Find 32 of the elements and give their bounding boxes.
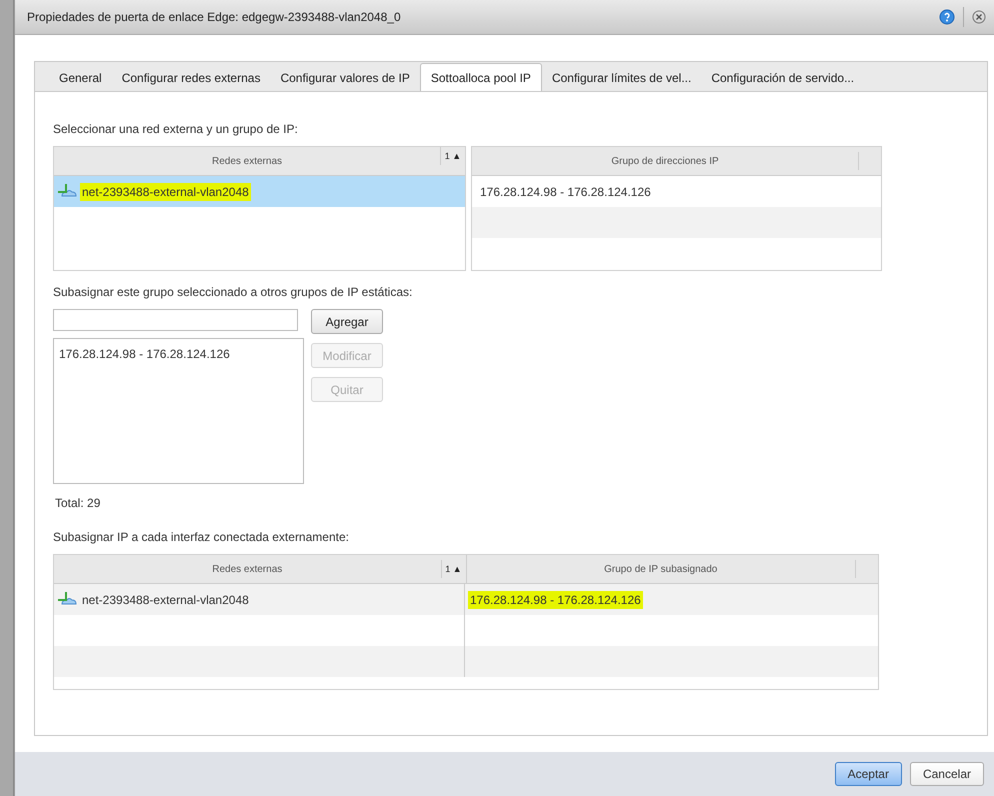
- tab[interactable]: Sottoalloca pool IP: [420, 63, 542, 92]
- table-row[interactable]: net-2393488-external-vlan2048: [54, 176, 465, 207]
- tab[interactable]: Configurar redes externas: [112, 65, 270, 91]
- table-cell-text: 176.28.124.98 - 176.28.124.126: [479, 184, 652, 200]
- section-label: Seleccionar una red externa y un grupo de IP:: [53, 122, 299, 136]
- network-icon: [58, 592, 78, 608]
- column-header[interactable]: Redes externas: [54, 564, 440, 574]
- table-cell-text: net-2393488-external-vlan2048: [81, 592, 250, 608]
- accept-button[interactable]: Aceptar: [834, 762, 902, 786]
- total-count: Total: 29: [55, 496, 100, 510]
- table-cell: net-2393488-external-vlan2048: [80, 182, 251, 200]
- window-title: Propiedades de puerta de enlace Edge: edgegw-2393488-vlan2048_0: [27, 10, 402, 24]
- list-item[interactable]: 176.28.124.98 - 176.28.124.126: [59, 347, 298, 361]
- section-label: Subasignar este grupo seleccionado a otros grupos de IP estáticas:: [53, 285, 414, 299]
- sort-indicator[interactable]: 1 ▲: [440, 147, 465, 165]
- close-icon[interactable]: [972, 10, 986, 24]
- tab[interactable]: General: [49, 65, 112, 91]
- ip-range-list[interactable]: 176.28.124.98 - 176.28.124.126: [53, 338, 304, 484]
- action-button[interactable]: Agregar: [311, 309, 383, 334]
- ip-range-input[interactable]: [53, 309, 298, 331]
- table-row[interactable]: net-2393488-external-vlan2048 176.28.124.98 - 176.28.124.126: [54, 584, 878, 615]
- column-header[interactable]: Grupo de IP subasignado: [466, 564, 855, 574]
- column-header[interactable]: Redes externas: [54, 147, 440, 175]
- network-icon: [58, 184, 78, 200]
- tab[interactable]: Configurar límites de vel...: [542, 65, 702, 91]
- sort-indicator[interactable]: 1 ▲: [440, 560, 466, 578]
- cancel-button[interactable]: Cancelar: [910, 762, 984, 786]
- help-icon[interactable]: [939, 9, 955, 25]
- tab[interactable]: Configurar valores de IP: [270, 65, 420, 91]
- section-label: Subasignar IP a cada interfaz conectada externamente:: [53, 530, 350, 544]
- tab[interactable]: Configuración de servido...: [701, 65, 864, 91]
- table-cell: 176.28.124.98 - 176.28.124.126: [468, 590, 643, 608]
